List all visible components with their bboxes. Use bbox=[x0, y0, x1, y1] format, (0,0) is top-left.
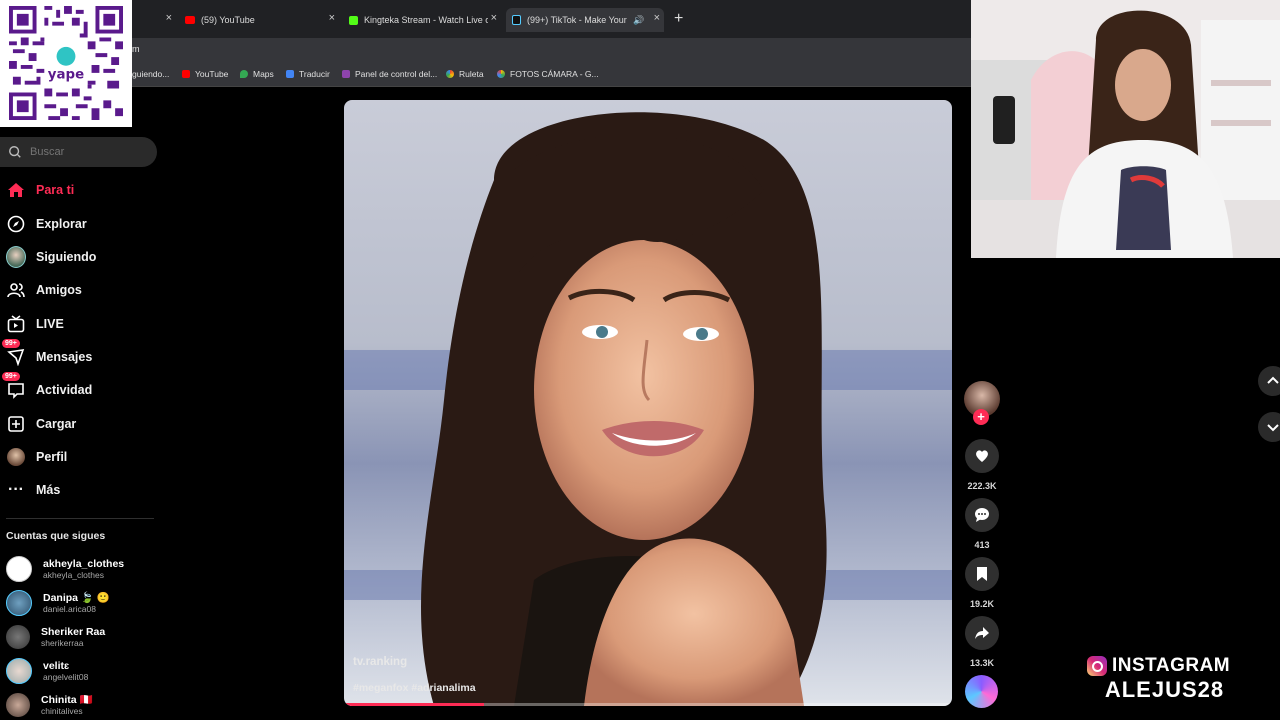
photos-icon bbox=[497, 70, 505, 78]
streamer-webcam bbox=[971, 0, 1280, 258]
comment-icon[interactable] bbox=[965, 498, 999, 532]
qr-code-icon: yape bbox=[9, 6, 123, 120]
messages-badge: 99+ bbox=[2, 339, 20, 348]
browser-tab-kick[interactable]: Kingteka Stream - Watch Live o × bbox=[349, 8, 497, 32]
followed-account[interactable]: akheyla_clothes akheyla_clothes bbox=[6, 554, 124, 584]
next-video-button[interactable] bbox=[1258, 412, 1280, 442]
compass-icon bbox=[6, 214, 26, 234]
instagram-icon bbox=[1087, 656, 1107, 676]
follow-plus-button[interactable]: + bbox=[973, 409, 989, 425]
yape-logo: yape bbox=[48, 68, 84, 83]
comment-action[interactable]: 413 bbox=[962, 498, 1002, 550]
speaker-icon[interactable]: 🔊 bbox=[633, 15, 644, 26]
followed-account[interactable]: Danipa 🍃 🙂 daniel.arica08 bbox=[6, 588, 110, 618]
bookmark-item[interactable]: guiendo... bbox=[132, 69, 169, 79]
bookmark-item[interactable]: Ruleta bbox=[446, 69, 484, 79]
bookmark-item[interactable]: Traducir bbox=[286, 69, 330, 79]
activity-badge: 99+ bbox=[2, 372, 20, 381]
comment-count: 413 bbox=[974, 540, 990, 550]
instagram-handle: ALEJUS28 bbox=[1104, 677, 1225, 702]
instagram-overlay: INSTAGRAM ALEJUS28 bbox=[1087, 655, 1242, 703]
live-tv-icon bbox=[6, 314, 26, 334]
upload-icon bbox=[6, 414, 26, 434]
video-progress-fill bbox=[344, 703, 484, 706]
video-progress-bar[interactable] bbox=[344, 703, 952, 706]
search-input[interactable] bbox=[28, 145, 142, 159]
like-count: 222.3K bbox=[967, 481, 997, 491]
nav-explorar[interactable]: Explorar bbox=[6, 212, 87, 236]
address-bar[interactable]: m bbox=[0, 38, 971, 62]
share-icon[interactable] bbox=[965, 616, 999, 650]
bookmark-item[interactable]: Maps bbox=[240, 69, 274, 79]
instagram-label: INSTAGRAM bbox=[1112, 655, 1231, 676]
close-tab-icon[interactable]: × bbox=[166, 12, 172, 24]
youtube-icon bbox=[185, 16, 195, 24]
browser-tab-bar: × (59) YouTube × Kingteka Stream - Watch… bbox=[0, 0, 971, 38]
new-tab-button[interactable]: + bbox=[674, 10, 683, 28]
translate-icon bbox=[286, 70, 294, 78]
search-icon bbox=[9, 146, 21, 158]
share-count: 13.3K bbox=[969, 658, 995, 668]
avatar bbox=[6, 625, 30, 649]
kick-icon bbox=[349, 15, 358, 25]
close-tab-icon[interactable]: × bbox=[491, 12, 497, 24]
browser-tab-youtube[interactable]: (59) YouTube × bbox=[185, 8, 335, 32]
youtube-icon bbox=[182, 70, 190, 78]
messages-icon: 99+ bbox=[2, 339, 26, 367]
sidebar-divider bbox=[6, 518, 154, 519]
save-action[interactable]: 19.2K bbox=[962, 557, 1002, 609]
close-tab-icon[interactable]: × bbox=[654, 12, 660, 24]
avatar bbox=[6, 658, 32, 684]
dashboard-icon bbox=[342, 70, 350, 78]
tiktok-icon bbox=[512, 15, 521, 25]
followed-account[interactable]: velitɛ angelvelit08 bbox=[6, 656, 88, 686]
bookmark-item[interactable]: Panel de control del... bbox=[342, 69, 437, 79]
avatar bbox=[6, 556, 32, 582]
maps-icon bbox=[240, 70, 248, 78]
nav-para-ti[interactable]: Para ti bbox=[6, 178, 74, 202]
nav-live[interactable]: LIVE bbox=[6, 312, 64, 336]
friends-icon bbox=[6, 280, 26, 300]
activity-icon: 99+ bbox=[2, 372, 26, 400]
nav-cargar[interactable]: Cargar bbox=[6, 412, 76, 436]
video-player[interactable]: tv.ranking #meganfox #adrianalima bbox=[344, 100, 952, 706]
heart-icon[interactable] bbox=[965, 439, 999, 473]
nav-actividad[interactable]: 99+ Actividad bbox=[2, 372, 92, 402]
home-icon bbox=[6, 180, 26, 200]
following-avatar-icon bbox=[6, 246, 26, 268]
avatar bbox=[6, 693, 30, 717]
chevron-up-icon bbox=[1267, 376, 1279, 384]
music-disc-icon[interactable] bbox=[965, 675, 998, 708]
video-frame-portrait bbox=[344, 112, 952, 706]
wheel-icon bbox=[446, 70, 454, 78]
search-bar[interactable] bbox=[0, 137, 157, 167]
following-section-title: Cuentas que sigues bbox=[6, 530, 106, 542]
previous-video-button[interactable] bbox=[1258, 366, 1280, 396]
close-tab-icon[interactable]: × bbox=[329, 12, 335, 24]
bookmark-item[interactable]: FOTOS CÁMARA - G... bbox=[497, 69, 599, 79]
followed-account[interactable]: Sheriker Raa sherikerraa bbox=[6, 622, 105, 652]
nav-mensajes[interactable]: 99+ Mensajes bbox=[2, 339, 92, 369]
nav-mas[interactable]: ··· Más bbox=[6, 478, 60, 502]
nav-perfil[interactable]: Perfil bbox=[6, 445, 67, 469]
browser-tab-partial[interactable]: × bbox=[132, 8, 172, 32]
webcam-feed bbox=[971, 0, 1280, 258]
nav-siguiendo[interactable]: Siguiendo bbox=[6, 245, 96, 269]
bookmarks-bar: guiendo... YouTube Maps Traducir Panel d… bbox=[0, 62, 971, 87]
followed-account[interactable]: Chinita 🇵🇪 chinitalives bbox=[6, 690, 93, 720]
share-action[interactable]: 13.3K bbox=[962, 616, 1002, 668]
video-author[interactable]: tv.ranking bbox=[353, 656, 407, 668]
nav-amigos[interactable]: Amigos bbox=[6, 278, 82, 302]
browser-tab-tiktok[interactable]: (99+) TikTok - Make Your Da 🔊 × bbox=[506, 8, 664, 32]
more-icon: ··· bbox=[8, 481, 24, 498]
yape-qr-code: yape bbox=[0, 0, 132, 127]
profile-avatar-icon bbox=[6, 447, 26, 467]
bookmark-item[interactable]: YouTube bbox=[182, 69, 228, 79]
chevron-down-icon bbox=[1267, 424, 1279, 432]
video-hashtags[interactable]: #meganfox #adrianalima bbox=[353, 682, 476, 694]
save-count: 19.2K bbox=[969, 599, 995, 609]
bookmark-icon[interactable] bbox=[965, 557, 999, 591]
avatar bbox=[6, 590, 32, 616]
like-action[interactable]: 222.3K bbox=[962, 439, 1002, 491]
